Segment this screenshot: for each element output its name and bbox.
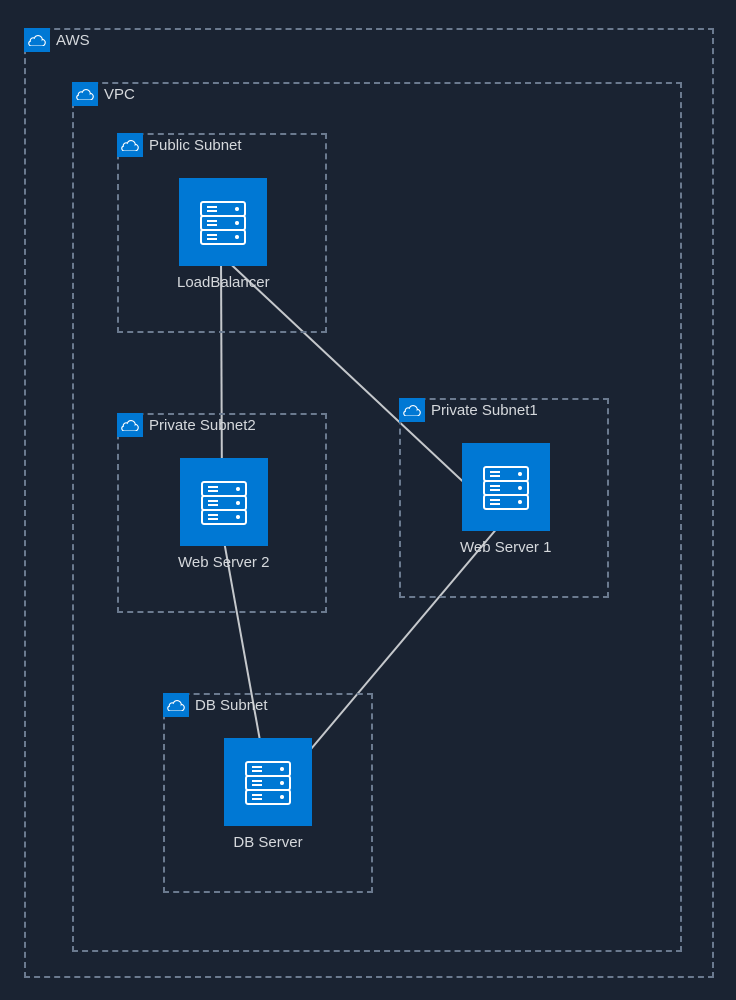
server-icon [224, 738, 312, 826]
loadbalancer-node: LoadBalancer [177, 178, 270, 291]
aws-label-text: AWS [56, 32, 90, 49]
cloud-icon [163, 693, 189, 717]
vpc-label-text: VPC [104, 86, 135, 103]
public-subnet-label-text: Public Subnet [149, 137, 242, 154]
webserver1-node: Web Server 1 [460, 443, 551, 556]
vpc-label: VPC [72, 82, 135, 106]
cloud-icon [117, 413, 143, 437]
server-icon [462, 443, 550, 531]
loadbalancer-label: LoadBalancer [177, 274, 270, 291]
webserver1-label: Web Server 1 [460, 539, 551, 556]
private-subnet2-label-text: Private Subnet2 [149, 417, 256, 434]
webserver2-node: Web Server 2 [178, 458, 269, 571]
dbserver-node: DB Server [224, 738, 312, 851]
private-subnet1-label: Private Subnet1 [399, 398, 538, 422]
db-subnet-label-text: DB Subnet [195, 697, 268, 714]
cloud-icon [24, 28, 50, 52]
private-subnet1-label-text: Private Subnet1 [431, 402, 538, 419]
private-subnet2-label: Private Subnet2 [117, 413, 256, 437]
server-icon [179, 178, 267, 266]
cloud-icon [117, 133, 143, 157]
cloud-icon [399, 398, 425, 422]
cloud-icon [72, 82, 98, 106]
server-icon [180, 458, 268, 546]
db-subnet-label: DB Subnet [163, 693, 268, 717]
webserver2-label: Web Server 2 [178, 554, 269, 571]
public-subnet-label: Public Subnet [117, 133, 242, 157]
dbserver-label: DB Server [233, 834, 302, 851]
aws-label: AWS [24, 28, 90, 52]
